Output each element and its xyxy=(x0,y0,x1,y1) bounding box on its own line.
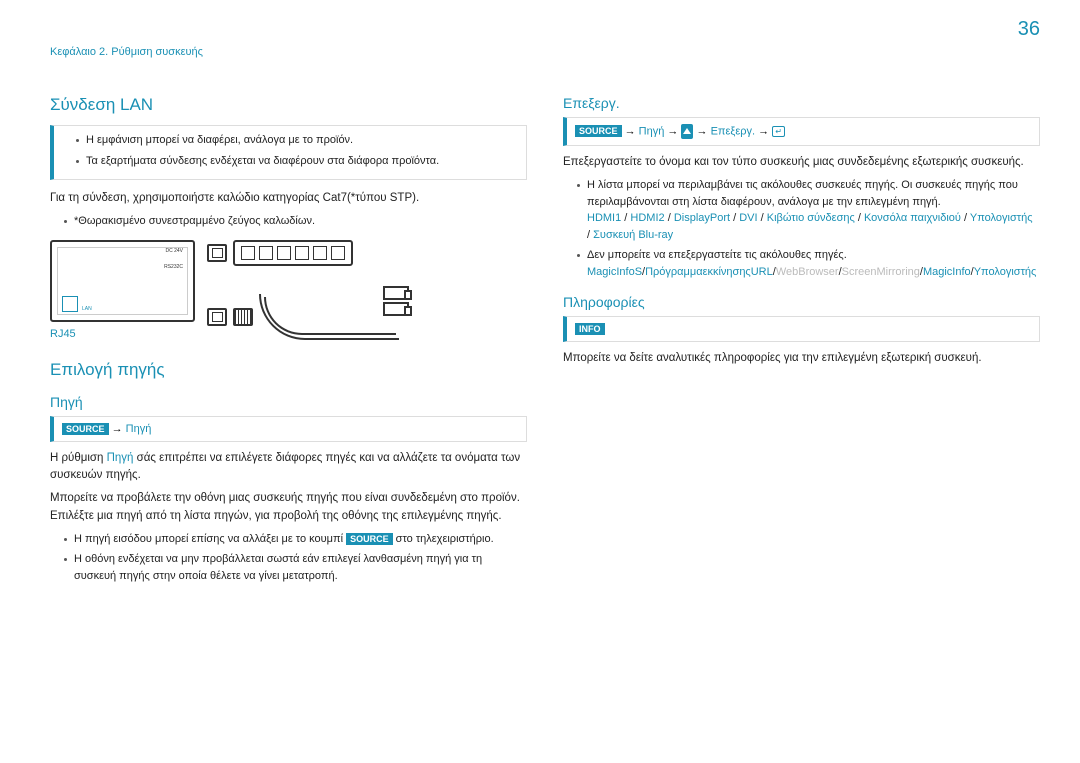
source-badge: SOURCE xyxy=(62,423,109,435)
edit-title: Επεξεργ. xyxy=(563,95,1040,111)
lan-desc: Για τη σύνδεση, χρησιμοποιήστε καλώδιο κ… xyxy=(50,190,527,207)
edit-nav: SOURCE → Πηγή → → Επεξεργ. → ↵ xyxy=(563,117,1040,146)
rj45-connector-icon xyxy=(383,286,409,300)
source-desc: Η ρύθμιση Πηγή σάς επιτρέπει να επιλέγετ… xyxy=(50,450,527,485)
info-desc: Μπορείτε να δείτε αναλυτικές πληροφορίες… xyxy=(563,350,1040,367)
rj45-connector-icon xyxy=(383,302,409,316)
source-nav: SOURCE → Πηγή xyxy=(50,416,527,442)
cable-row xyxy=(207,294,399,340)
right-column: Επεξεργ. SOURCE → Πηγή → → Επεξεργ. → ↵ … xyxy=(563,95,1040,588)
edit-desc: Επεξεργαστείτε το όνομα και τον τύπο συσ… xyxy=(563,154,1040,171)
diagram-monitor-group: DC 24V RS232C LAN RJ45 xyxy=(50,240,195,340)
diagram-switch-group xyxy=(207,240,399,340)
source-link: Πηγή xyxy=(126,423,152,435)
info-title: Πληροφορίες xyxy=(563,294,1040,310)
ethernet-plug-icon xyxy=(233,308,253,326)
page-number: 36 xyxy=(1018,18,1040,41)
source-subtitle: Πηγή xyxy=(50,394,527,410)
lan-desc-item: *Θωρακισμένο συνεστραμμένο ζεύγος καλωδί… xyxy=(64,213,527,230)
lan-title: Σύνδεση LAN xyxy=(50,95,527,115)
lan-note-item: Τα εξαρτήματα σύνδεσης ενδέχεται να διαφ… xyxy=(76,153,518,170)
source-note-item: Η πηγή εισόδου μπορεί επίσης να αλλάξει … xyxy=(64,531,527,548)
lan-note: Η εμφάνιση μπορεί να διαφέρει, ανάλογα μ… xyxy=(50,125,527,180)
lan-note-item: Η εμφάνιση μπορεί να διαφέρει, ανάλογα μ… xyxy=(76,132,518,149)
ethernet-port-icon xyxy=(207,244,227,262)
source-desc2: Μπορείτε να προβάλετε την οθόνη μιας συσ… xyxy=(50,490,527,525)
info-nav: INFO xyxy=(563,316,1040,342)
source-select-section: Επιλογή πηγής Πηγή SOURCE → Πηγή Η ρύθμι… xyxy=(50,360,527,585)
edit-noedit-item: Δεν μπορείτε να επεξεργαστείτε τις ακόλο… xyxy=(577,247,1040,280)
switch-row xyxy=(207,240,399,266)
up-arrow-icon xyxy=(681,124,693,139)
cable-icon xyxy=(259,294,399,340)
left-column: Σύνδεση LAN Η εμφάνιση μπορεί να διαφέρε… xyxy=(50,95,527,588)
breadcrumb: Κεφάλαιο 2. Ρύθμιση συσκευής xyxy=(50,46,203,58)
enter-icon: ↵ xyxy=(772,126,785,137)
lan-port-icon xyxy=(62,296,78,312)
source-badge: SOURCE xyxy=(575,125,622,137)
edit-sources-item: Η λίστα μπορεί να περιλαμβάνει τις ακόλο… xyxy=(577,177,1040,243)
lan-diagram: DC 24V RS232C LAN RJ45 xyxy=(50,240,527,340)
rj45-label: RJ45 xyxy=(50,328,76,340)
monitor-icon: DC 24V RS232C LAN xyxy=(50,240,195,322)
switch-icon xyxy=(233,240,353,266)
content-columns: Σύνδεση LAN Η εμφάνιση μπορεί να διαφέρε… xyxy=(50,95,1040,588)
ethernet-port-icon xyxy=(207,308,227,326)
info-badge: INFO xyxy=(575,323,605,335)
source-note-item: Η οθόνη ενδέχεται να μην προβάλλεται σωσ… xyxy=(64,551,527,584)
source-select-title: Επιλογή πηγής xyxy=(50,360,527,380)
